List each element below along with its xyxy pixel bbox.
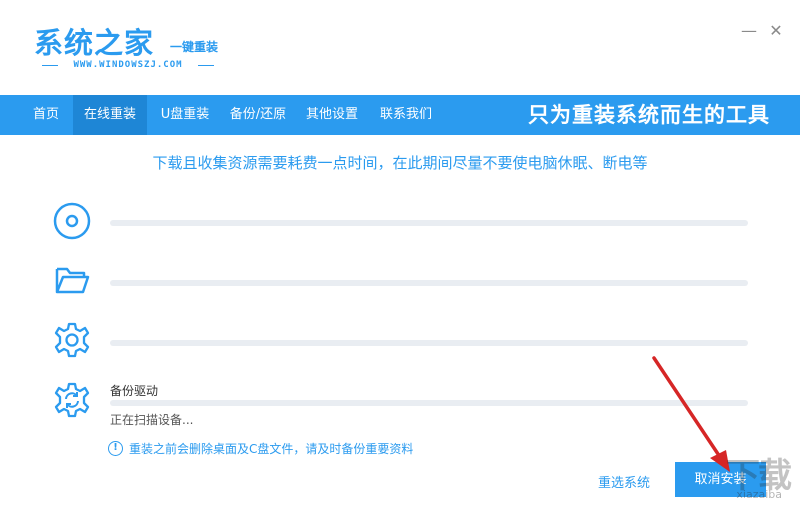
nav-item-contact-us[interactable]: 联系我们	[372, 95, 440, 135]
sync-gear-icon	[52, 380, 92, 420]
slogan: 只为重装系统而生的工具	[528, 103, 770, 127]
logo-url: WWW.WINDOWSZJ.COM	[36, 60, 220, 70]
nav-item-home[interactable]: 首页	[22, 95, 70, 135]
warning-text: 重装之前会删除桌面及C盘文件，请及时备份重要资料	[129, 442, 414, 456]
title-bar: 系统之家 一键重装 WWW.WINDOWSZJ.COM — ✕	[0, 0, 800, 95]
logo-url-text: WWW.WINDOWSZJ.COM	[73, 60, 183, 70]
logo-dash-left	[42, 64, 58, 66]
disc-icon	[52, 201, 92, 241]
progress-track-deploy	[110, 340, 748, 346]
logo-title: 系统之家	[34, 26, 155, 60]
step-status: 正在扫描设备...	[110, 413, 194, 427]
annotation-arrow-icon	[652, 356, 730, 472]
progress-track-download	[110, 220, 748, 226]
close-button[interactable]: ✕	[767, 22, 785, 40]
nav-item-backup-restore[interactable]: 备份/还原	[222, 95, 294, 135]
progress-track-backup-drivers	[110, 400, 748, 406]
warning-message: ! 重装之前会删除桌面及C盘文件，请及时备份重要资料	[108, 440, 413, 457]
folder-icon	[52, 260, 92, 300]
nav-bar: 首页 在线重装 U盘重装 备份/还原 其他设置 联系我们 只为重装系统而生的工具	[0, 95, 800, 135]
nav-item-other-settings[interactable]: 其他设置	[298, 95, 366, 135]
gear-icon	[52, 320, 92, 360]
reselect-system-link[interactable]: 重选系统	[598, 472, 650, 491]
nav-item-usb-reinstall[interactable]: U盘重装	[150, 95, 220, 135]
logo-dash-right	[198, 64, 214, 66]
minimize-button[interactable]: —	[740, 22, 758, 40]
notice-text: 下载且收集资源需要耗费一点时间，在此期间尽量不要使电脑休眠、断电等	[152, 154, 648, 172]
cancel-install-button[interactable]: 取消安装	[675, 462, 766, 497]
step-label-backup-drivers: 备份驱动	[110, 384, 159, 398]
warning-icon: !	[108, 441, 123, 456]
progress-track-collect	[110, 280, 748, 286]
logo-subtitle: 一键重装	[170, 40, 219, 54]
nav-item-online-reinstall[interactable]: 在线重装	[73, 95, 147, 135]
